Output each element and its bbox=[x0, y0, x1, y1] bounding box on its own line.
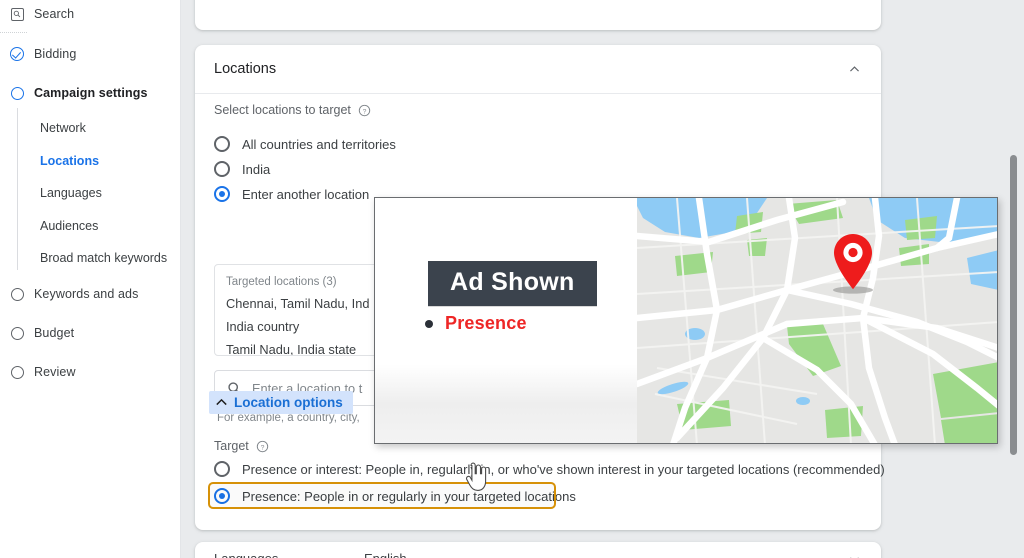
popup-legend-panel: Ad Shown Presence bbox=[375, 198, 637, 443]
svg-text:?: ? bbox=[260, 444, 264, 451]
sidebar-item-label: Search bbox=[34, 7, 74, 21]
radio-label: All countries and territories bbox=[242, 137, 396, 152]
locations-card-header: Locations bbox=[195, 45, 881, 94]
sidebar-item-audiences[interactable]: Audiences bbox=[0, 213, 181, 239]
target-locations-radio-group: All countries and territories India Ente… bbox=[214, 127, 396, 202]
chevron-down-icon[interactable] bbox=[848, 553, 861, 558]
help-circle-icon[interactable]: ? bbox=[358, 104, 371, 117]
languages-card: Languages English bbox=[195, 542, 881, 558]
circle-icon bbox=[6, 322, 28, 344]
sidebar-item-search[interactable]: Search bbox=[0, 0, 181, 28]
scrollbar-track[interactable] bbox=[1011, 0, 1021, 558]
legend-bullet-icon bbox=[425, 320, 433, 328]
card-above-partial bbox=[195, 0, 881, 30]
radio-option-india[interactable]: India bbox=[214, 161, 396, 177]
ad-shown-overlay-popup: Ad Shown Presence bbox=[374, 197, 998, 444]
screen-root: Search Bidding Campaign settings Network… bbox=[0, 0, 1024, 558]
sidebar-sub-label: Broad match keywords bbox=[40, 251, 167, 265]
page-title: Locations bbox=[214, 61, 276, 77]
legend-label: Presence bbox=[445, 313, 527, 334]
sidebar-item-broad-match-keywords[interactable]: Broad match keywords bbox=[0, 245, 181, 271]
sidebar-item-campaign-settings[interactable]: Campaign settings bbox=[0, 79, 181, 107]
help-circle-icon[interactable]: ? bbox=[256, 440, 269, 453]
radio-icon[interactable] bbox=[214, 161, 230, 177]
radio-icon[interactable] bbox=[214, 136, 230, 152]
sidebar-item-languages[interactable]: Languages bbox=[0, 180, 181, 206]
sidebar-sub-label: Audiences bbox=[40, 219, 98, 233]
target-label-text: Target bbox=[214, 439, 249, 453]
sidebar-divider bbox=[0, 32, 27, 33]
sidebar-item-label: Campaign settings bbox=[34, 86, 148, 100]
circle-icon bbox=[6, 361, 28, 383]
radio-label: Presence or interest: People in, regular… bbox=[242, 462, 885, 477]
location-options-toggle[interactable]: Location options bbox=[209, 391, 353, 414]
legend-entry-presence: Presence bbox=[425, 313, 527, 334]
sidebar-item-label: Budget bbox=[34, 326, 74, 340]
location-options-label: Location options bbox=[234, 395, 343, 410]
left-sidebar: Search Bidding Campaign settings Network… bbox=[0, 0, 181, 558]
radio-label: Enter another location bbox=[242, 187, 369, 202]
circle-icon bbox=[6, 82, 28, 104]
sidebar-item-review[interactable]: Review bbox=[0, 358, 181, 386]
target-label: Target ? bbox=[214, 439, 269, 453]
select-locations-text: Select locations to target bbox=[214, 103, 351, 117]
chevron-up-icon bbox=[214, 395, 229, 410]
sidebar-sub-label: Languages bbox=[40, 186, 102, 200]
map-pin-icon bbox=[832, 233, 874, 291]
map-image bbox=[637, 198, 997, 443]
status-badge: Ad Shown bbox=[428, 261, 597, 306]
highlight-annotation-box bbox=[208, 482, 556, 509]
circle-icon bbox=[6, 283, 28, 305]
sidebar-item-label: Bidding bbox=[34, 47, 76, 61]
chevron-up-icon[interactable] bbox=[848, 63, 861, 76]
sidebar-item-locations[interactable]: Locations bbox=[0, 148, 181, 174]
sidebar-item-keywords-and-ads[interactable]: Keywords and ads bbox=[0, 280, 181, 308]
search-box-icon bbox=[6, 3, 28, 25]
sidebar-sub-label: Network bbox=[40, 121, 86, 135]
radio-icon[interactable] bbox=[214, 461, 230, 477]
sidebar-item-label: Keywords and ads bbox=[34, 287, 138, 301]
radio-option-presence-or-interest[interactable]: Presence or interest: People in, regular… bbox=[214, 461, 885, 477]
radio-option-all-countries[interactable]: All countries and territories bbox=[214, 136, 396, 152]
map-graphic bbox=[637, 198, 997, 443]
select-locations-label: Select locations to target ? bbox=[214, 103, 371, 117]
sidebar-item-label: Review bbox=[34, 365, 76, 379]
radio-icon[interactable] bbox=[214, 186, 230, 202]
radio-label: India bbox=[242, 162, 270, 177]
hand-pointer-cursor bbox=[463, 462, 489, 492]
sidebar-item-budget[interactable]: Budget bbox=[0, 319, 181, 347]
check-circle-icon bbox=[6, 43, 28, 65]
sidebar-item-bidding[interactable]: Bidding bbox=[0, 40, 181, 68]
languages-card-value: English bbox=[364, 551, 407, 558]
scrollbar-thumb[interactable] bbox=[1010, 155, 1017, 455]
sidebar-item-network[interactable]: Network bbox=[0, 115, 181, 141]
svg-text:?: ? bbox=[362, 108, 366, 115]
sidebar-sub-label: Locations bbox=[40, 154, 99, 168]
languages-card-title: Languages bbox=[214, 551, 278, 558]
radio-option-enter-another-location[interactable]: Enter another location bbox=[214, 186, 396, 202]
